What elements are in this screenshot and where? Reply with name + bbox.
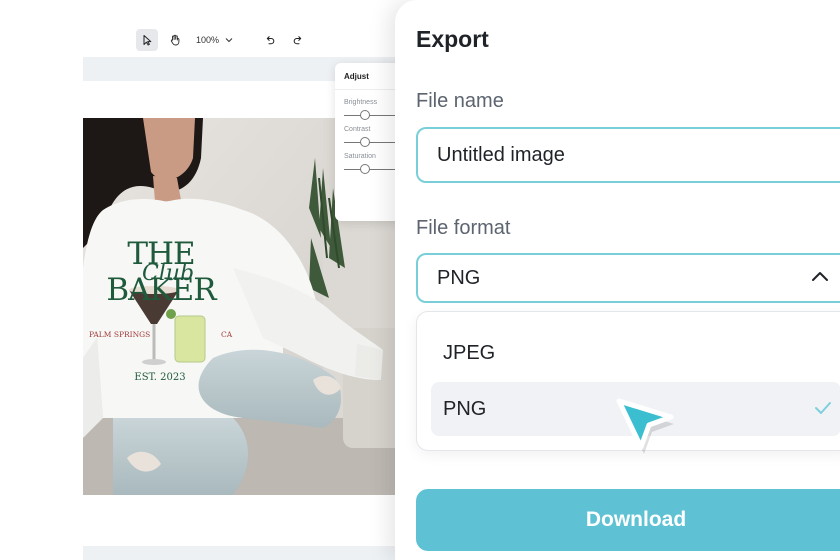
mouse-cursor-icon <box>616 398 674 454</box>
slider-knob[interactable] <box>360 164 370 174</box>
file-name-label: File name <box>416 90 504 112</box>
file-format-label: File format <box>416 217 511 239</box>
export-panel: Export File name File format PNG JPEG PN… <box>395 0 840 560</box>
slider-knob[interactable] <box>360 110 370 120</box>
undo-button[interactable] <box>259 29 281 51</box>
format-option-jpeg[interactable]: JPEG <box>431 326 840 380</box>
redo-icon <box>293 36 302 45</box>
editor-toolbar: 100% <box>136 29 309 51</box>
pointer-tool-button[interactable] <box>136 29 158 51</box>
chevron-down-icon <box>225 38 233 43</box>
redo-button[interactable] <box>287 29 309 51</box>
chevron-up-icon <box>812 272 828 281</box>
shirt-text-left: PALM SPRINGS <box>89 330 151 339</box>
pointer-icon <box>143 35 152 46</box>
shirt-text-script: Club <box>141 261 195 286</box>
selected-format: PNG <box>437 266 481 289</box>
slider-knob[interactable] <box>360 137 370 147</box>
shirt-text-est: EST. 2023 <box>134 372 186 383</box>
download-button[interactable]: Download <box>416 489 840 551</box>
option-label: PNG <box>443 397 487 420</box>
canvas-strip-bottom <box>83 546 403 560</box>
hand-icon <box>170 34 180 46</box>
checkmark-icon <box>815 402 831 414</box>
file-format-select[interactable]: PNG <box>416 253 840 303</box>
undo-icon <box>266 36 275 45</box>
zoom-dropdown[interactable]: 100% <box>192 35 237 45</box>
shirt-text-right: CA <box>221 330 233 339</box>
hand-tool-button[interactable] <box>164 29 186 51</box>
zoom-value: 100% <box>196 35 220 45</box>
file-name-input[interactable] <box>416 127 840 183</box>
option-label: JPEG <box>443 341 496 364</box>
export-title: Export <box>416 26 489 52</box>
